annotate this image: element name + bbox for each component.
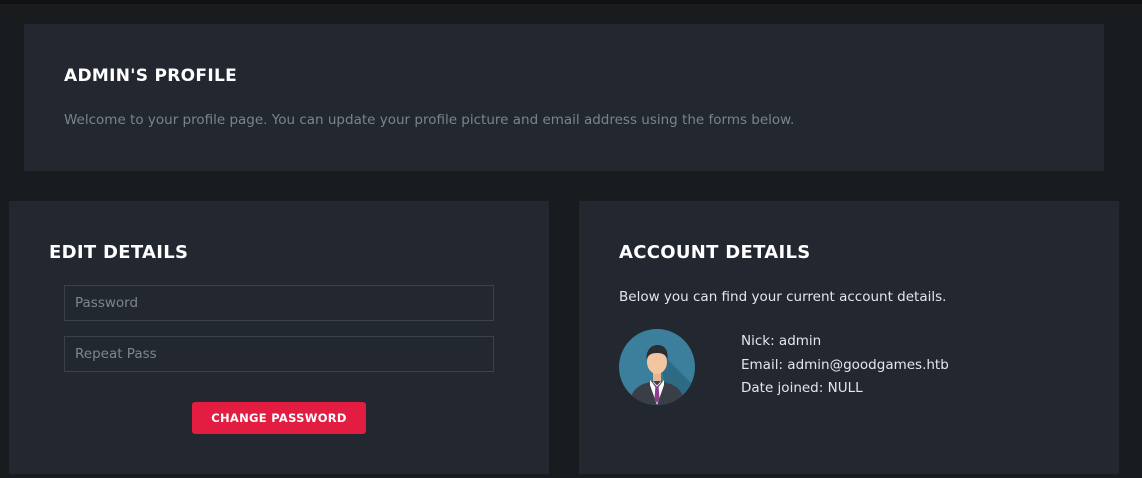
- account-date-joined: Date joined: NULL: [741, 380, 863, 396]
- edit-details-panel: EDIT DETAILS CHANGE PASSWORD: [9, 201, 549, 474]
- avatar-graphic: [619, 329, 695, 405]
- user-avatar-icon: [619, 329, 695, 405]
- account-details-title: ACCOUNT DETAILS: [619, 242, 811, 263]
- profile-header-panel: ADMIN'S PROFILE Welcome to your profile …: [24, 24, 1104, 171]
- account-details-panel: ACCOUNT DETAILS Below you can find your …: [579, 201, 1119, 474]
- edit-details-title: EDIT DETAILS: [49, 242, 189, 263]
- account-email: Email: admin@goodgames.htb: [741, 357, 949, 373]
- change-password-button[interactable]: CHANGE PASSWORD: [192, 402, 366, 434]
- top-bar: [0, 0, 1142, 4]
- repeat-password-input[interactable]: [64, 336, 494, 372]
- account-intro-text: Below you can find your current account …: [619, 289, 947, 305]
- password-input[interactable]: [64, 285, 494, 321]
- profile-description: Welcome to your profile page. You can up…: [64, 112, 795, 128]
- account-nick: Nick: admin: [741, 333, 822, 349]
- page-title: ADMIN'S PROFILE: [64, 66, 237, 86]
